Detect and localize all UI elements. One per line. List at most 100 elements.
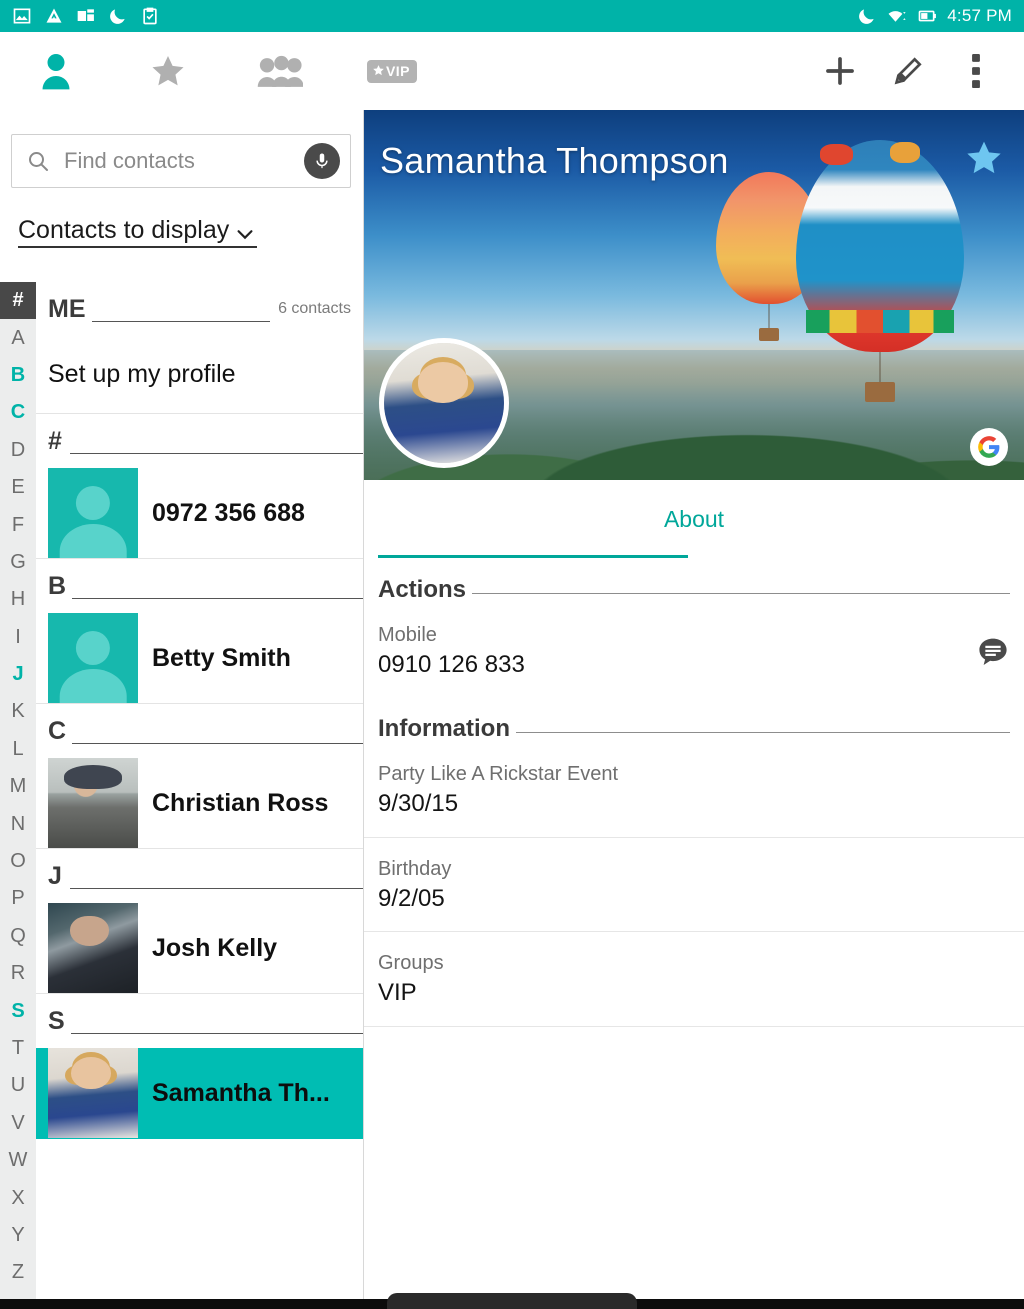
person-icon (42, 54, 70, 90)
index-item-u[interactable]: U (0, 1067, 36, 1104)
tab-about[interactable]: About (664, 506, 724, 533)
section-header-label: S (48, 1006, 65, 1035)
contacts-tab[interactable] (0, 32, 112, 110)
contact-display-name: Samantha Thompson (380, 140, 729, 181)
vip-tab[interactable]: VIP (336, 32, 448, 110)
actions-section-title: Actions (378, 576, 467, 603)
index-item-z[interactable]: Z (0, 1254, 36, 1291)
favorite-star-button[interactable] (964, 138, 1004, 183)
birthday-field-value: 9/2/05 (378, 884, 445, 912)
add-contact-button[interactable] (806, 32, 874, 110)
event-field-text: Party Like A Rickstar Event 9/30/15 (378, 761, 1010, 820)
mobile-field-row[interactable]: Mobile 0910 126 833 (364, 604, 1024, 697)
list-item-selected[interactable]: Samantha Th... (36, 1048, 363, 1139)
google-logo-icon (970, 428, 1008, 466)
tab-active-indicator (378, 555, 688, 558)
contacts-to-display-label: Contacts to display (18, 216, 230, 244)
message-bubble-icon[interactable] (976, 635, 1010, 669)
groups-field-row[interactable]: Groups VIP (364, 932, 1024, 1027)
list-item[interactable]: Josh Kelly (36, 903, 363, 994)
chevron-down-icon (237, 230, 253, 240)
index-item-s[interactable]: S (0, 992, 36, 1029)
section-header-label: ME (48, 294, 86, 323)
index-item-t[interactable]: T (0, 1030, 36, 1067)
avatar-photo (384, 343, 504, 463)
index-item-h[interactable]: H (0, 581, 36, 618)
index-item-j[interactable]: J (0, 656, 36, 693)
section-header-s: S (36, 994, 363, 1048)
search-area: Find contacts (0, 110, 363, 188)
index-item-c[interactable]: C (0, 394, 36, 431)
navigation-handle[interactable] (387, 1293, 637, 1309)
index-item-k[interactable]: K (0, 693, 36, 730)
star-icon (967, 141, 1001, 174)
list-item[interactable]: Christian Ross (36, 758, 363, 849)
index-item-g[interactable]: G (0, 544, 36, 581)
index-item-y[interactable]: Y (0, 1217, 36, 1254)
index-item-hash[interactable]: # (0, 282, 36, 320)
index-item-n[interactable]: N (0, 805, 36, 842)
contacts-list[interactable]: ME 6 contacts Set up my profile # 0972 3… (36, 282, 363, 1309)
section-divider (91, 321, 271, 322)
index-item-r[interactable]: R (0, 955, 36, 992)
section-header-label: B (48, 571, 67, 600)
favorites-tab[interactable] (112, 32, 224, 110)
contacts-sidebar: Find contacts Contacts to display # A B … (0, 110, 364, 1309)
birthday-field-text: Birthday 9/2/05 (378, 856, 1010, 915)
contact-name: Betty Smith (152, 643, 291, 672)
search-input[interactable]: Find contacts (11, 134, 351, 188)
contact-name: Christian Ross (152, 788, 329, 817)
search-icon (29, 152, 48, 171)
vip-badge-icon: VIP (366, 59, 418, 83)
index-item-m[interactable]: M (0, 768, 36, 805)
people-group-icon (257, 55, 303, 87)
wifi-icon (888, 11, 906, 22)
list-item[interactable]: 0972 356 688 (36, 468, 363, 559)
index-item-v[interactable]: V (0, 1105, 36, 1142)
index-item-l[interactable]: L (0, 731, 36, 768)
star-icon (152, 55, 184, 86)
pencil-icon (894, 57, 922, 85)
section-header-j: J (36, 849, 363, 903)
list-item[interactable]: Betty Smith (36, 613, 363, 704)
index-item-p[interactable]: P (0, 880, 36, 917)
groups-field-value: VIP (378, 979, 417, 1007)
section-divider (70, 888, 363, 889)
index-item-w[interactable]: W (0, 1142, 36, 1179)
section-header-hash: # (36, 414, 363, 468)
app-toolbar: VIP (0, 32, 1024, 110)
index-item-x[interactable]: X (0, 1179, 36, 1216)
event-field-label: Party Like A Rickstar Event (378, 763, 619, 786)
section-header-me: ME 6 contacts (36, 282, 363, 336)
avatar (48, 903, 138, 993)
edit-contact-button[interactable] (874, 32, 942, 110)
groups-tab[interactable] (224, 32, 336, 110)
contact-cover-photo[interactable]: Samantha Thompson (364, 110, 1024, 480)
contacts-to-display-dropdown[interactable]: Contacts to display (18, 216, 258, 248)
overflow-menu-button[interactable] (942, 32, 1010, 110)
section-header-b: B (36, 559, 363, 613)
contact-avatar-large[interactable] (379, 338, 509, 468)
contact-name: Samantha Th... (152, 1078, 330, 1107)
person-silhouette-body (59, 523, 127, 558)
event-field-value: 9/30/15 (378, 790, 459, 818)
event-field-row[interactable]: Party Like A Rickstar Event 9/30/15 (364, 743, 1024, 838)
alphabet-index[interactable]: # A B C D E F G H I J K L M N O P Q R S … (0, 282, 36, 1309)
index-item-a[interactable]: A (0, 319, 36, 356)
section-divider (472, 593, 1010, 594)
index-item-o[interactable]: O (0, 843, 36, 880)
microphone-icon[interactable] (304, 143, 340, 179)
birthday-field-row[interactable]: Birthday 9/2/05 (364, 838, 1024, 933)
set-up-my-profile-row[interactable]: Set up my profile (36, 336, 363, 414)
avatar (48, 613, 138, 703)
index-item-f[interactable]: F (0, 506, 36, 543)
index-item-b[interactable]: B (0, 357, 36, 394)
avatar (48, 1048, 138, 1138)
index-item-i[interactable]: I (0, 619, 36, 656)
battery-icon (918, 10, 937, 22)
index-item-d[interactable]: D (0, 432, 36, 469)
plus-icon (826, 57, 854, 85)
index-item-q[interactable]: Q (0, 918, 36, 955)
news-icon (77, 9, 94, 21)
index-item-e[interactable]: E (0, 469, 36, 506)
